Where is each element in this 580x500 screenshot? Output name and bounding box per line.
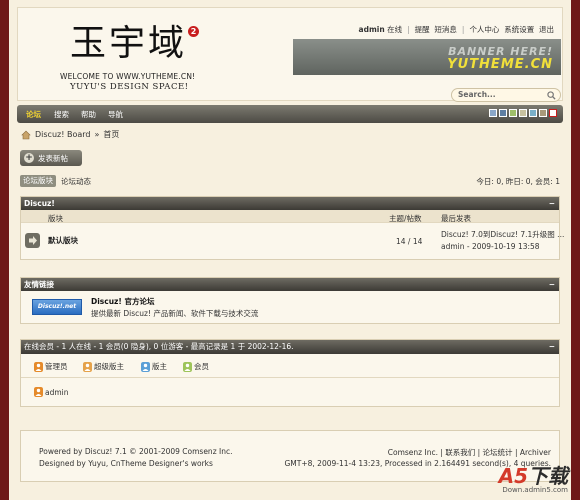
forum-section: Discuz! − 版块 主题/帖数 最后发表 默认版块 14 / 14 Dis… [20, 196, 564, 260]
watermark-brand: A5下载 [499, 466, 568, 486]
watermark-url: Down.admin5.com [502, 486, 568, 494]
nav-search[interactable]: 搜索 [54, 109, 69, 120]
links-section: 友情链接 − Discuz!.net Discuz! 官方论坛 提供最新 Dis… [20, 277, 560, 324]
legend-member: 会员 [183, 361, 209, 372]
online-users: admin [21, 378, 559, 406]
online-header[interactable]: 在线会员 - 1 人在线 - 1 会员(0 隐身), 0 位游客 - 最高记录是… [21, 340, 559, 354]
new-post-button[interactable]: + 发表新帖 [20, 150, 82, 166]
logo-text: 玉宇域 [70, 23, 188, 64]
logout-link[interactable]: 退出 [539, 24, 554, 35]
footer-links[interactable]: Comsenz Inc. | 联系我们 | 论坛统计 | Archiver [388, 447, 551, 458]
reminder-link[interactable]: 提醒 [415, 24, 430, 35]
style-swatch[interactable] [519, 109, 527, 117]
top-links: admin 在线 | 提醒 短消息 | 个人中心 系统设置 退出 [358, 24, 554, 35]
user-icon [141, 361, 150, 372]
footer: Powered by Discuz! 7.1 © 2001-2009 Comse… [20, 430, 560, 482]
user-icon [34, 361, 43, 372]
forum-row: 默认版块 14 / 14 Discuz! 7.0到Discuz! 7.1升级图 … [21, 223, 564, 259]
logo-tagline: WELCOME TO WWW.YUTHEME.CN! [60, 72, 196, 81]
banner[interactable]: BANNER HERE! YUTHEME.CN [293, 39, 561, 75]
collapse-icon[interactable]: − [549, 340, 555, 354]
legend-label: 版主 [152, 362, 167, 371]
new-post-label: 发表新帖 [38, 153, 68, 163]
partner-name[interactable]: Discuz! 官方论坛 [91, 296, 154, 307]
breadcrumb-site[interactable]: Discuz! Board [35, 130, 90, 139]
legend-super-mod: 超级版主 [83, 361, 124, 372]
section-header[interactable]: Discuz! − [21, 197, 559, 210]
legend-moderator: 版主 [141, 361, 167, 372]
nav-navigation[interactable]: 导航 [108, 109, 123, 120]
footer-powered: Powered by Discuz! 7.1 © 2001-2009 Comse… [39, 447, 233, 456]
style-swatch[interactable] [489, 109, 497, 117]
online-section: 在线会员 - 1 人在线 - 1 会员(0 隐身), 0 位游客 - 最高记录是… [20, 339, 560, 407]
last-post-title[interactable]: Discuz! 7.0到Discuz! 7.1升级图 ... [441, 229, 564, 240]
user-icon [183, 361, 192, 372]
style-swatch[interactable] [509, 109, 517, 117]
legend-admin: 管理员 [34, 361, 68, 372]
settings-link[interactable]: 系统设置 [504, 24, 534, 35]
collapse-icon[interactable]: − [549, 197, 555, 210]
search-icon[interactable] [547, 91, 556, 100]
last-post-meta[interactable]: admin - 2009-10-19 13:58 [441, 242, 540, 251]
legend-label: 超级版主 [94, 362, 124, 371]
watermark-brand-b: 下载 [528, 464, 568, 488]
online-status[interactable]: 在线 [387, 24, 402, 35]
user-icon [34, 387, 43, 397]
messages-link[interactable]: 短消息 [434, 24, 457, 35]
search-placeholder: Search... [458, 90, 496, 99]
user-group-legend: 管理员 超级版主 版主 会员 [21, 354, 559, 378]
tab-forums[interactable]: 论坛版块 [20, 175, 56, 187]
watermark-brand-a: A5 [498, 464, 528, 488]
logo-subtagline: YUYU'S DESIGN SPACE! [70, 82, 189, 92]
partner-description: 提供最新 Discuz! 产品新闻、软件下载与技术交流 [91, 309, 259, 318]
forum-counts: 14 / 14 [396, 237, 423, 246]
nav-help[interactable]: 帮助 [81, 109, 96, 120]
logo-badge: 2 [188, 26, 199, 37]
collapse-icon[interactable]: − [549, 278, 555, 291]
username-link[interactable]: admin [359, 25, 385, 34]
nav-forum[interactable]: 论坛 [26, 109, 41, 120]
breadcrumb: Discuz! Board » 首页 [21, 129, 119, 140]
home-icon[interactable] [21, 130, 31, 140]
section-title: Discuz! [24, 199, 55, 208]
legend-label: 管理员 [45, 362, 68, 371]
site-logo[interactable]: 玉宇域 2 WELCOME TO WWW.YUTHEME.CN! YUYU'S … [50, 22, 210, 92]
link-row: Discuz!.net Discuz! 官方论坛 提供最新 Discuz! 产品… [21, 291, 559, 323]
online-summary: 在线会员 - 1 人在线 - 1 会员(0 隐身), 0 位游客 - 最高记录是… [24, 342, 294, 351]
online-username[interactable]: admin [45, 388, 69, 397]
style-swatch[interactable] [529, 109, 537, 117]
tab-activity[interactable]: 论坛动态 [61, 176, 91, 187]
forum-stats: 今日: 0, 昨日: 0, 会员: 1 [476, 177, 560, 186]
style-swatch[interactable] [499, 109, 507, 117]
footer-designer: Designed by Yuyu, CnTheme Designer's wor… [39, 459, 213, 468]
main-nav: 论坛 搜索 帮助 导航 [17, 105, 563, 123]
online-user[interactable]: admin [34, 387, 69, 397]
arrow-right-icon [25, 233, 40, 248]
profile-link[interactable]: 个人中心 [469, 24, 499, 35]
breadcrumb-separator: » [94, 130, 100, 139]
style-swatch[interactable] [539, 109, 547, 117]
legend-label: 会员 [194, 362, 209, 371]
partner-logo[interactable]: Discuz!.net [32, 299, 82, 315]
forum-name[interactable]: 默认版块 [48, 235, 78, 246]
page: 玉宇域 2 WELCOME TO WWW.YUTHEME.CN! YUYU'S … [9, 0, 571, 500]
style-switcher [489, 109, 557, 117]
search-input[interactable]: Search... [451, 88, 561, 102]
banner-brand: YUTHEME.CN [447, 57, 553, 72]
section-header[interactable]: 友情链接 − [21, 278, 559, 291]
watermark: A5下载 Down.admin5.com [499, 466, 568, 494]
style-swatch-selected[interactable] [549, 109, 557, 117]
header: 玉宇域 2 WELCOME TO WWW.YUTHEME.CN! YUYU'S … [17, 7, 563, 102]
breadcrumb-current: 首页 [103, 130, 120, 139]
column-header: 版块 主题/帖数 最后发表 [21, 210, 559, 223]
user-icon [83, 361, 92, 372]
plus-icon: + [24, 153, 34, 163]
section-title: 友情链接 [24, 280, 54, 289]
